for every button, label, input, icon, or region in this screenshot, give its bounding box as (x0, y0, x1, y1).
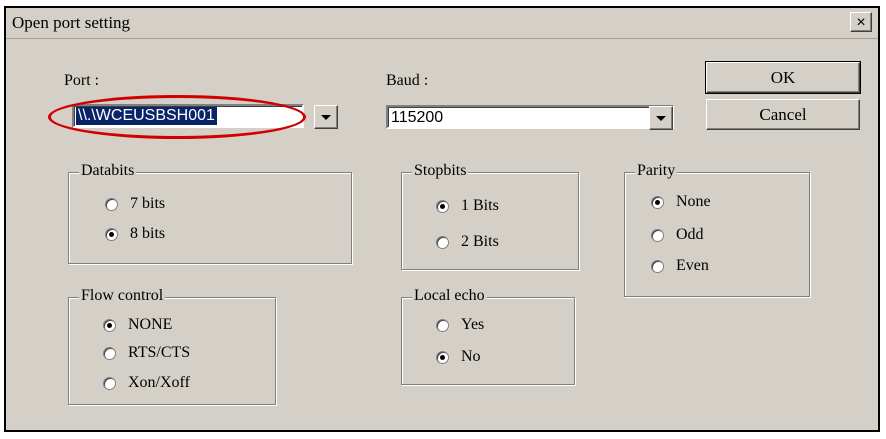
baud-label: Baud : (386, 72, 429, 89)
title-bar[interactable]: Open port setting × (6, 8, 878, 39)
local-echo-no-radio[interactable]: No (436, 348, 481, 366)
databits-8-radio[interactable]: 8 bits (105, 225, 165, 243)
databits-group: Databits 7 bits 8 bits (68, 162, 352, 264)
option-label: NONE (128, 316, 173, 333)
radio-selected-icon (436, 199, 449, 213)
port-label: Port : (64, 72, 100, 89)
parity-title: Parity (635, 162, 678, 180)
radio-icon (105, 197, 118, 211)
close-button[interactable]: × (850, 12, 872, 32)
parity-even-radio[interactable]: Even (651, 257, 709, 275)
option-label: Xon/Xoff (128, 374, 190, 391)
radio-selected-icon (436, 350, 449, 364)
option-label: RTS/CTS (128, 344, 191, 361)
baud-select[interactable]: 115200 (386, 105, 674, 129)
baud-dropdown-button[interactable] (649, 106, 673, 130)
option-label: Yes (461, 316, 485, 333)
radio-icon (103, 376, 116, 390)
annotation-circle (48, 95, 306, 139)
port-dropdown-button[interactable] (314, 105, 338, 129)
stopbits-1-radio[interactable]: 1 Bits (436, 197, 499, 215)
parity-group: Parity None Odd Even (624, 162, 810, 297)
option-label: 1 Bits (461, 197, 499, 214)
option-label: Even (676, 257, 709, 274)
stopbits-title: Stopbits (412, 162, 469, 180)
radio-selected-icon (103, 318, 116, 332)
radio-icon (436, 318, 449, 332)
parity-odd-radio[interactable]: Odd (651, 226, 704, 244)
option-label: 2 Bits (461, 233, 499, 250)
option-label: None (676, 193, 711, 210)
stopbits-2-radio[interactable]: 2 Bits (436, 233, 499, 251)
stopbits-group: Stopbits 1 Bits 2 Bits (401, 162, 579, 270)
flow-control-group: Flow control NONE RTS/CTS Xon/Xoff (68, 287, 276, 405)
dialog-title: Open port setting (12, 13, 131, 32)
radio-icon (436, 235, 449, 249)
cancel-button[interactable]: Cancel (706, 99, 860, 130)
option-label: 8 bits (130, 225, 166, 242)
option-label: No (461, 348, 481, 365)
baud-value: 115200 (391, 109, 444, 126)
parity-none-radio[interactable]: None (651, 193, 711, 211)
option-label: Odd (676, 226, 704, 243)
radio-selected-icon (651, 195, 664, 209)
radio-selected-icon (105, 227, 118, 241)
radio-icon (651, 228, 664, 242)
flow-control-title: Flow control (79, 287, 166, 305)
databits-title: Databits (79, 162, 137, 180)
local-echo-group: Local echo Yes No (401, 287, 575, 385)
local-echo-yes-radio[interactable]: Yes (436, 316, 484, 334)
flow-rts-cts-radio[interactable]: RTS/CTS (103, 344, 190, 362)
open-port-dialog: Open port setting × Port : \\.\WCEUSBSH0… (4, 6, 880, 432)
flow-none-radio[interactable]: NONE (103, 316, 172, 334)
flow-xon-xoff-radio[interactable]: Xon/Xoff (103, 374, 190, 392)
radio-icon (103, 346, 116, 360)
ok-button[interactable]: OK (705, 61, 861, 94)
radio-icon (651, 259, 664, 273)
close-icon: × (856, 14, 866, 31)
databits-7-radio[interactable]: 7 bits (105, 195, 165, 213)
local-echo-title: Local echo (412, 287, 487, 305)
option-label: 7 bits (130, 195, 166, 212)
